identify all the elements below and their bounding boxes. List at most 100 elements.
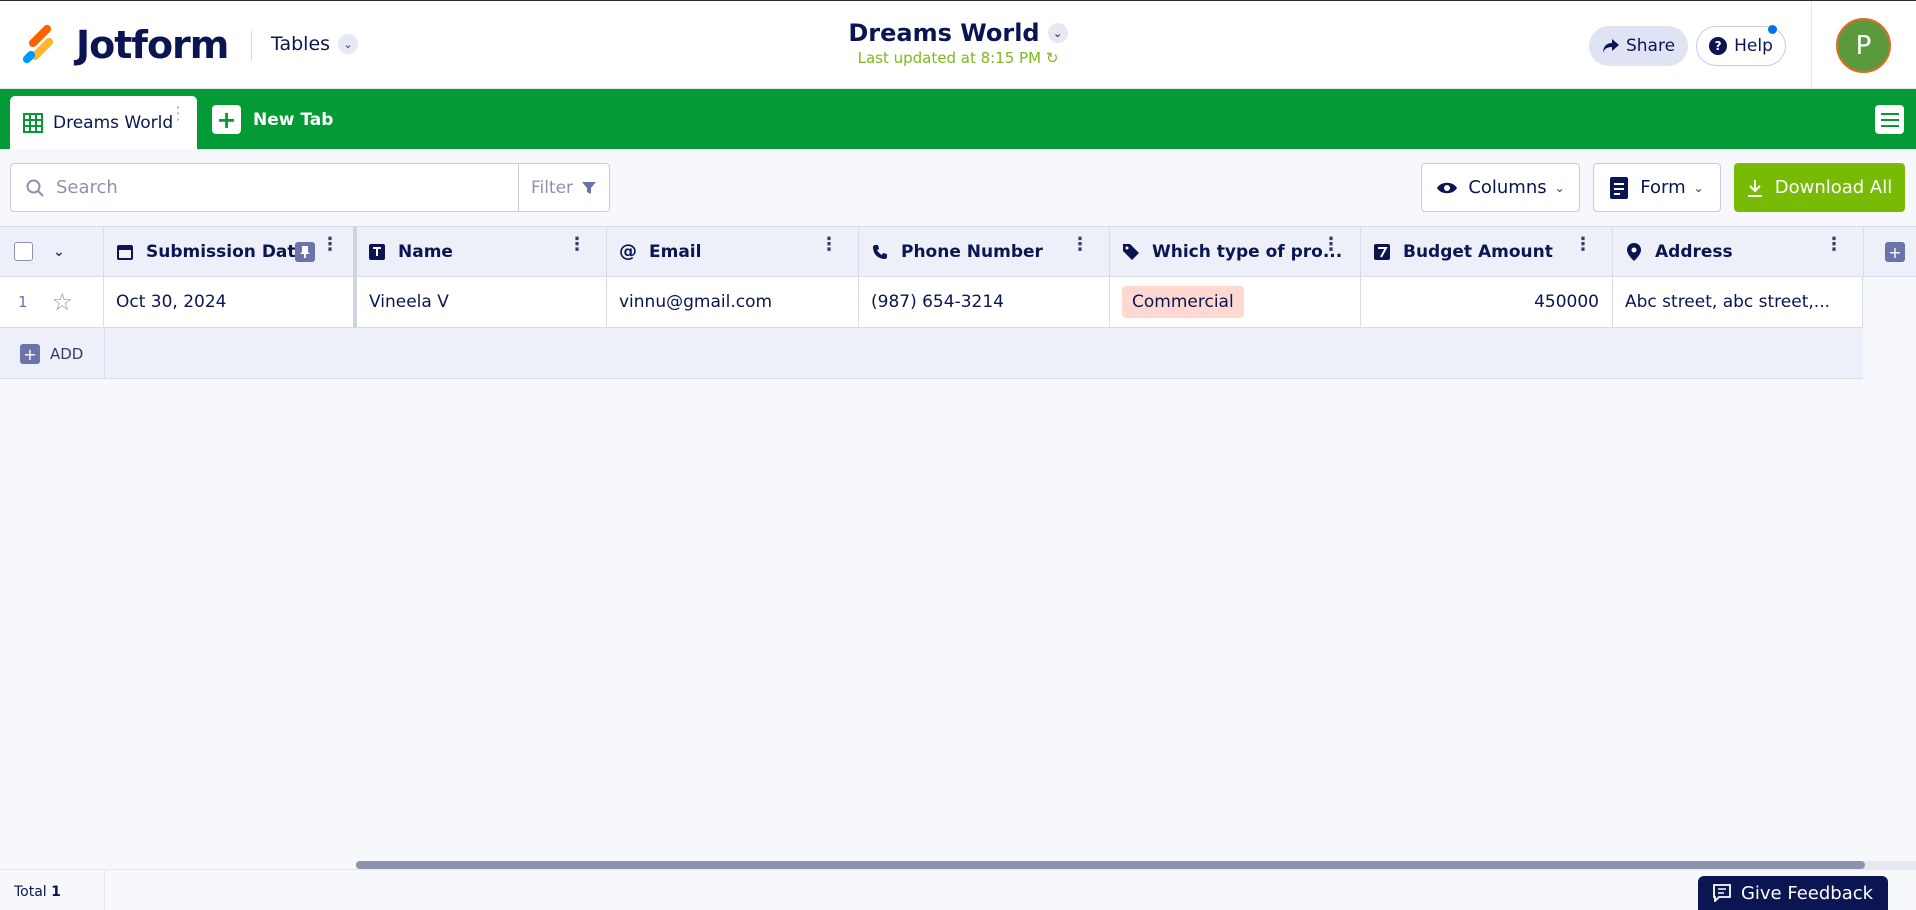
property-type-tag: Commercial — [1122, 286, 1244, 318]
cell-address[interactable]: Abc street, abc street,... — [1613, 277, 1863, 327]
download-icon — [1747, 179, 1762, 197]
cell-email[interactable]: vinnu@gmail.com — [607, 277, 859, 327]
column-header-phone-number[interactable]: Phone Number ⋮ — [859, 227, 1110, 276]
column-menu-icon[interactable]: ⋮ — [820, 236, 838, 254]
form-button[interactable]: Form ⌄ — [1593, 163, 1721, 212]
column-header-name[interactable]: Name ⋮ — [356, 227, 607, 276]
columns-button[interactable]: Columns ⌄ — [1421, 163, 1580, 212]
search-box — [10, 163, 519, 212]
search-input[interactable] — [56, 177, 456, 198]
plus-icon: + — [20, 344, 40, 364]
tab-dreams-world[interactable]: Dreams World ⋮ — [10, 96, 197, 149]
row-number: 1 — [18, 293, 28, 311]
share-button[interactable]: Share — [1589, 26, 1688, 66]
new-tab-label: New Tab — [253, 109, 334, 130]
new-tab-button[interactable]: + New Tab — [212, 105, 333, 134]
column-divider — [104, 328, 105, 379]
table-grid-icon — [23, 112, 43, 133]
help-button[interactable]: ? Help — [1696, 25, 1786, 66]
help-icon: ? — [1709, 37, 1728, 55]
download-label: Download All — [1774, 177, 1893, 198]
column-header-budget-amount[interactable]: Budget Amount ⋮ — [1361, 227, 1613, 276]
column-menu-icon[interactable]: ⋮ — [1574, 236, 1592, 254]
last-updated-status: Last updated at 8:15 PM ↻ — [800, 49, 1116, 67]
search-icon — [26, 179, 44, 197]
add-row-button[interactable]: + ADD — [20, 344, 83, 364]
column-header-property-type[interactable]: Which type of pro... ⋮ — [1110, 227, 1361, 276]
form-label: Form — [1640, 177, 1686, 198]
column-menu-icon[interactable]: ⋮ — [321, 236, 339, 254]
total-count: Total 1 — [14, 884, 61, 900]
tables-label: Tables — [271, 33, 331, 55]
column-menu-icon[interactable]: ⋮ — [1322, 236, 1340, 254]
cell-submission-date[interactable]: Oct 30, 2024 — [104, 277, 356, 327]
funnel-icon — [582, 181, 597, 194]
logo-text: Jotform — [76, 23, 229, 67]
header-divider — [251, 31, 252, 61]
chevron-down-icon[interactable]: ⌄ — [53, 244, 65, 260]
notification-dot — [1768, 25, 1777, 34]
select-all-column: ⌄ — [0, 227, 104, 276]
hamburger-menu-icon[interactable] — [1875, 105, 1904, 134]
column-header-address[interactable]: Address ⋮ — [1613, 227, 1864, 276]
refresh-icon[interactable]: ↻ — [1046, 49, 1059, 67]
calendar-icon — [116, 243, 134, 261]
document-title[interactable]: Dreams World ⌄ — [848, 19, 1068, 47]
column-menu-icon[interactable]: ⋮ — [1825, 236, 1843, 254]
add-row-label: ADD — [50, 345, 84, 363]
eye-icon — [1437, 182, 1458, 193]
horizontal-scrollbar-thumb[interactable] — [356, 861, 1865, 869]
phone-icon — [871, 243, 889, 261]
frozen-column-divider[interactable] — [353, 226, 357, 328]
table-header: ⌄ Submission Date ⋮ Name ⋮ @ Email ⋮ Pho… — [0, 226, 1916, 277]
document-title-text: Dreams World — [848, 19, 1040, 47]
footer-divider — [104, 870, 105, 910]
download-all-button[interactable]: Download All — [1734, 163, 1905, 212]
chevron-down-icon: ⌄ — [338, 34, 359, 54]
jotform-logo[interactable]: Jotform — [20, 23, 229, 67]
feedback-icon — [1713, 884, 1731, 902]
pin-icon[interactable] — [295, 242, 315, 262]
star-icon[interactable]: ☆ — [52, 288, 74, 316]
cell-phone-number[interactable]: (987) 654-3214 — [859, 277, 1110, 327]
last-updated-text: Last updated at 8:15 PM — [857, 49, 1042, 67]
row-index-cell: 1 ☆ — [0, 277, 104, 327]
chevron-down-icon: ⌄ — [1693, 180, 1704, 195]
add-column-button[interactable]: + — [1885, 242, 1905, 262]
column-label: Which type of pro... — [1152, 241, 1343, 262]
location-pin-icon — [1625, 242, 1643, 261]
tag-icon — [1122, 243, 1140, 261]
give-feedback-button[interactable]: Give Feedback — [1698, 876, 1888, 910]
share-arrow-icon — [1602, 39, 1619, 53]
user-avatar[interactable]: P — [1836, 18, 1891, 73]
column-label: Name — [398, 241, 453, 262]
column-header-email[interactable]: @ Email ⋮ — [607, 227, 859, 276]
column-label: Email — [649, 241, 702, 262]
tab-label: Dreams World — [53, 112, 174, 133]
filter-button[interactable]: Filter — [518, 163, 610, 212]
column-label: Submission Date — [146, 241, 308, 262]
chevron-down-icon: ⌄ — [1554, 180, 1565, 195]
share-label: Share — [1625, 36, 1676, 56]
tab-options-icon[interactable]: ⋮ — [169, 105, 187, 123]
column-menu-icon[interactable]: ⋮ — [1071, 236, 1089, 254]
text-icon — [368, 243, 386, 261]
select-all-checkbox[interactable] — [14, 242, 33, 261]
tab-bar: Dreams World ⋮ + New Tab — [0, 89, 1916, 149]
column-menu-icon[interactable]: ⋮ — [568, 236, 586, 254]
column-label: Address — [1655, 241, 1733, 262]
chevron-down-icon: ⌄ — [1047, 23, 1068, 43]
help-label: Help — [1734, 36, 1773, 56]
table-row[interactable]: 1 ☆ Oct 30, 2024 Vineela V vinnu@gmail.c… — [0, 277, 1863, 328]
cell-name[interactable]: Vineela V — [356, 277, 607, 327]
add-row-bar: + ADD — [0, 328, 1863, 379]
cell-property-type[interactable]: Commercial — [1110, 277, 1361, 327]
document-title-area: Dreams World ⌄ Last updated at 8:15 PM ↻ — [800, 19, 1116, 67]
total-label: Total — [14, 884, 47, 900]
tables-dropdown[interactable]: Tables ⌄ — [271, 33, 359, 55]
cell-budget-amount[interactable]: 450000 — [1361, 277, 1613, 327]
number-icon — [1373, 243, 1391, 261]
column-header-submission-date[interactable]: Submission Date ⋮ — [104, 227, 354, 276]
plus-icon: + — [212, 105, 241, 134]
column-label: Budget Amount — [1403, 241, 1553, 262]
